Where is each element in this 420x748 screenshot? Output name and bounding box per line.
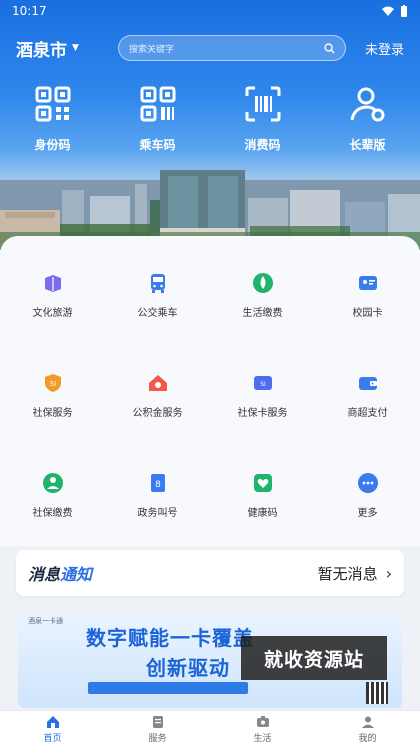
queue-icon: 8 xyxy=(150,474,165,492)
svg-text:SI: SI xyxy=(260,381,266,388)
city-skyline-image xyxy=(0,170,420,250)
service-social-security[interactable]: SI 社保服务 xyxy=(0,372,105,419)
svg-text:8: 8 xyxy=(155,480,161,490)
bus-icon xyxy=(150,274,165,293)
service-label: 社保服务 xyxy=(32,408,73,419)
nav-profile[interactable]: 我的 xyxy=(315,711,420,748)
quick-label-pay: 消费码 xyxy=(244,138,281,152)
wallet-icon xyxy=(358,377,377,390)
nav-life[interactable]: 生活 xyxy=(210,711,315,748)
service-wallet[interactable]: 商超支付 xyxy=(315,372,420,419)
home-icon xyxy=(46,716,59,728)
service-bus[interactable]: 公交乘车 xyxy=(105,272,210,319)
nav-home[interactable]: 首页 xyxy=(0,711,105,748)
quick-id-code[interactable]: 身份码 xyxy=(0,84,105,153)
service-label: 更多 xyxy=(357,508,378,519)
status-bar: 10:17 xyxy=(0,0,420,22)
qr-code-icon xyxy=(366,682,388,704)
more-icon xyxy=(357,473,378,493)
notice-title: 消息通知 xyxy=(28,561,92,585)
nav-label-profile: 我的 xyxy=(358,734,377,744)
nav-label-service: 服务 xyxy=(148,734,167,744)
ss-card-icon: SI xyxy=(253,376,272,390)
service-queue[interactable]: 8 政务叫号 xyxy=(105,472,210,519)
service-housing-fund[interactable]: 公积金服务 xyxy=(105,372,210,419)
life-icon xyxy=(256,716,269,727)
housing-fund-icon xyxy=(148,375,167,391)
quick-label-id: 身份码 xyxy=(34,138,71,152)
campus-card-icon xyxy=(358,276,377,290)
quick-bus-code[interactable]: 乘车码 xyxy=(105,84,210,153)
service-utility[interactable]: 生活缴费 xyxy=(210,272,315,319)
banner-small-text: 酒泉一卡通 xyxy=(28,617,63,625)
banner-strip xyxy=(88,682,248,694)
service-ss-card[interactable]: SI 社保卡服务 xyxy=(210,372,315,419)
status-icons xyxy=(382,5,408,17)
service-label: 校园卡 xyxy=(352,308,383,319)
login-link[interactable]: 未登录 xyxy=(365,39,404,58)
profile-icon xyxy=(361,716,374,728)
utility-icon xyxy=(252,273,273,293)
health-code-icon xyxy=(253,474,272,492)
service-label: 社保卡服务 xyxy=(237,408,288,419)
status-time: 10:17 xyxy=(12,4,47,18)
quick-actions: 身份码 乘车码 消费码 长辈版 xyxy=(0,84,420,153)
scan-pay-icon xyxy=(245,86,280,122)
service-ss-payment[interactable]: 社保缴费 xyxy=(0,472,105,519)
banner-headline-1: 数字赋能一卡覆盖 xyxy=(86,626,254,650)
service-label: 生活缴费 xyxy=(242,308,283,319)
service-label: 公交乘车 xyxy=(137,308,178,319)
quick-elder-mode[interactable]: 长辈版 xyxy=(315,84,420,153)
quick-label-elder: 长辈版 xyxy=(349,138,386,152)
social-security-icon: SI xyxy=(44,374,61,392)
watermark: 就收资源站 xyxy=(241,636,387,680)
nav-label-home: 首页 xyxy=(43,734,62,744)
service-health-code[interactable]: 健康码 xyxy=(210,472,315,519)
city-selector[interactable]: 酒泉市 ▼ xyxy=(16,36,106,61)
search-input[interactable]: 搜索关键字 xyxy=(118,35,346,61)
message-notice-bar[interactable]: 消息通知 暂无消息 › xyxy=(16,550,404,596)
quick-pay-code[interactable]: 消费码 xyxy=(210,84,315,153)
nav-service[interactable]: 服务 xyxy=(105,711,210,748)
caret-down-icon: ▼ xyxy=(72,43,79,53)
top-bar: 酒泉市 ▼ 搜索关键字 未登录 xyxy=(0,34,420,62)
notice-title-b: 通知 xyxy=(60,565,93,584)
city-name: 酒泉市 xyxy=(16,40,67,61)
id-qr-icon xyxy=(35,86,70,122)
service-label: 社保缴费 xyxy=(32,508,73,519)
svg-text:SI: SI xyxy=(49,380,56,388)
service-label: 公积金服务 xyxy=(132,408,183,419)
search-placeholder: 搜索关键字 xyxy=(129,44,175,55)
service-label: 文化旅游 xyxy=(32,308,73,319)
wifi-icon xyxy=(382,6,394,16)
chevron-right-icon: › xyxy=(385,563,392,583)
service-icon xyxy=(152,716,163,728)
bus-qr-icon xyxy=(140,86,175,122)
search-icon xyxy=(324,42,335,54)
bottom-nav: 首页 服务 生活 我的 xyxy=(0,710,420,748)
service-label: 健康码 xyxy=(247,508,278,519)
service-campus-card[interactable]: 校园卡 xyxy=(315,272,420,319)
service-label: 政务叫号 xyxy=(137,508,178,519)
service-more[interactable]: 更多 xyxy=(315,472,420,519)
elder-mode-icon xyxy=(350,87,384,122)
culture-tour-icon xyxy=(44,275,61,292)
service-label: 商超支付 xyxy=(347,408,388,419)
battery-icon xyxy=(401,5,407,17)
service-culture-tour[interactable]: 文化旅游 xyxy=(0,272,105,319)
notice-status: 暂无消息 xyxy=(317,564,378,583)
quick-label-bus: 乘车码 xyxy=(139,138,176,152)
banner-headline-2: 创新驱动 xyxy=(146,656,230,680)
nav-label-life: 生活 xyxy=(253,734,272,744)
ss-payment-icon xyxy=(42,473,63,493)
notice-title-a: 消息 xyxy=(28,565,61,584)
